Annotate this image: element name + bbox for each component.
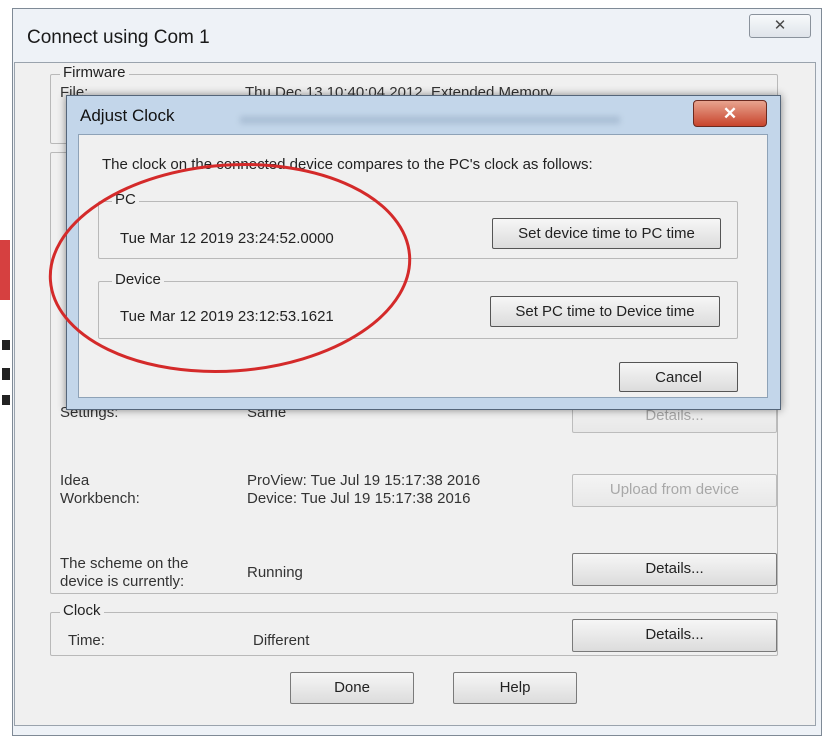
dialog-title: Adjust Clock <box>80 106 175 125</box>
pc-group-label: PC <box>112 191 139 208</box>
close-icon: ✕ <box>722 104 738 123</box>
device-group-label: Device <box>112 271 164 288</box>
dialog-close-button[interactable]: ✕ <box>693 100 767 127</box>
clock-time-label: Time: <box>68 632 105 649</box>
workbench-device-value: Device: Tue Jul 19 15:17:38 2016 <box>247 490 471 507</box>
dialog-message: The clock on the connected device compar… <box>102 156 593 173</box>
scheme-status-value: Running <box>247 564 303 581</box>
background-edge-mark <box>2 340 10 350</box>
clock-group-label: Clock <box>60 602 104 619</box>
clock-time-value: Different <box>253 632 310 649</box>
device-time-value: Tue Mar 12 2019 23:12:53.1621 <box>120 308 334 325</box>
upload-from-device-button[interactable]: Upload from device <box>572 474 777 507</box>
close-icon: ✕ <box>773 17 787 34</box>
window-title: Connect using Com 1 <box>27 27 210 48</box>
workbench-proview-value: ProView: Tue Jul 19 15:17:38 2016 <box>247 472 481 489</box>
scheme-details-button[interactable]: Details... <box>572 553 777 586</box>
help-button[interactable]: Help <box>453 672 577 704</box>
scheme-label-line2: device is currently: <box>60 573 185 590</box>
firmware-group-label: Firmware <box>60 64 129 81</box>
cancel-button[interactable]: Cancel <box>619 362 738 392</box>
idea-workbench-label-line1: Idea <box>60 472 90 489</box>
blurred-title-text <box>240 116 620 124</box>
done-button[interactable]: Done <box>290 672 414 704</box>
scheme-label-line1: The scheme on the <box>60 555 189 572</box>
set-device-time-to-pc-button[interactable]: Set device time to PC time <box>492 218 721 249</box>
background-edge-mark <box>2 368 10 380</box>
window-close-button[interactable]: ✕ <box>749 14 811 38</box>
clock-details-button[interactable]: Details... <box>572 619 777 652</box>
pc-time-value: Tue Mar 12 2019 23:24:52.0000 <box>120 230 334 247</box>
set-pc-time-to-device-button[interactable]: Set PC time to Device time <box>490 296 720 327</box>
background-edge-mark <box>0 240 10 300</box>
idea-workbench-label-line2: Workbench: <box>60 490 140 507</box>
background-edge-mark <box>2 395 10 405</box>
